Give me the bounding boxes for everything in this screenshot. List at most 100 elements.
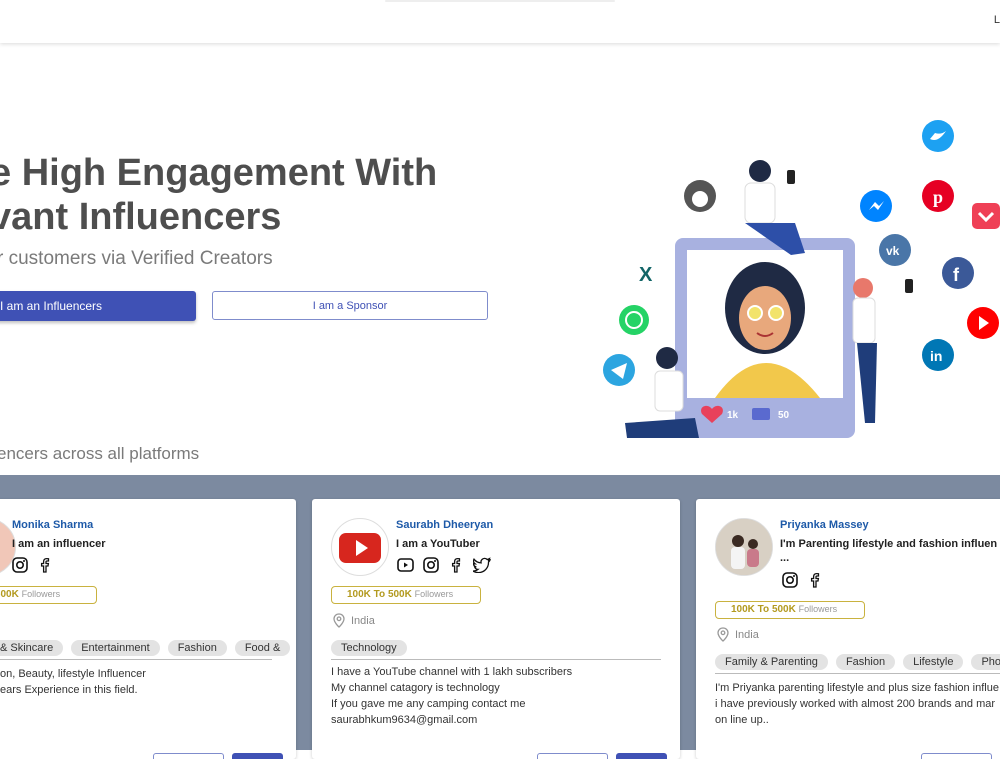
category-tag[interactable]: Lifestyle bbox=[903, 654, 964, 670]
category-tag[interactable]: Entertainment bbox=[71, 640, 160, 656]
hero-title: e High Engagement With vant Influencers bbox=[0, 151, 470, 239]
section-title: encers across all platforms bbox=[0, 444, 200, 463]
description-line: If you gave me any camping contact me bbox=[331, 698, 526, 710]
youtube-icon[interactable] bbox=[397, 557, 414, 573]
description-line: on, Beauty, lifestyle Influencer bbox=[0, 668, 146, 680]
instagram-icon[interactable] bbox=[12, 557, 28, 573]
family-photo-icon bbox=[716, 519, 772, 575]
followers-badge: 100K To 500K Followers bbox=[331, 586, 481, 604]
hero-title-line-2: vant Influencers bbox=[0, 196, 282, 238]
view-profile-button[interactable] bbox=[153, 753, 224, 759]
youtube-icon bbox=[967, 307, 999, 339]
hero-subtitle: r customers via Verified Creators bbox=[0, 248, 273, 269]
category-tags: Technology bbox=[331, 640, 661, 660]
followers-range: 100K To 500K bbox=[731, 604, 796, 615]
avatar bbox=[715, 518, 773, 576]
location-pin-icon bbox=[333, 613, 345, 628]
influencer-name[interactable]: Monika Sharma bbox=[12, 519, 93, 531]
influencer-name[interactable]: Saurabh Dheeryan bbox=[396, 519, 493, 531]
hero-illustration: 1k 50 X p vk f in bbox=[603, 120, 1000, 438]
contact-button[interactable] bbox=[232, 753, 283, 759]
svg-text:vk: vk bbox=[886, 244, 900, 258]
facebook-icon[interactable] bbox=[448, 557, 464, 573]
hero-title-line-1: e High Engagement With bbox=[0, 152, 438, 194]
location-pin-icon bbox=[717, 627, 729, 642]
pocket-icon bbox=[972, 203, 1000, 229]
messenger-icon bbox=[860, 190, 892, 222]
category-tag[interactable]: & Skincare bbox=[0, 640, 64, 656]
description-line: My channel catagory is technology bbox=[331, 682, 500, 694]
hero-section: e High Engagement With vant Influencers … bbox=[0, 43, 1000, 475]
followers-range: o 500K bbox=[0, 589, 19, 600]
vk-icon: vk bbox=[879, 234, 911, 266]
svg-text:in: in bbox=[930, 348, 942, 364]
likes-count: 1k bbox=[727, 410, 739, 421]
description-line: saurabhkum9634@gmail.com bbox=[331, 714, 478, 726]
category-tags: & Skincare Entertainment Fashion Food & bbox=[0, 640, 291, 660]
social-links bbox=[782, 572, 823, 588]
influencer-name[interactable]: Priyanka Massey bbox=[780, 519, 869, 531]
pinterest-icon: p bbox=[922, 180, 954, 212]
followers-badge: 100K To 500K Followers bbox=[715, 601, 865, 619]
location-text: India bbox=[351, 614, 375, 627]
social-links bbox=[12, 557, 53, 573]
twitter-icon bbox=[922, 120, 954, 152]
influencer-card[interactable]: Priyanka Massey I'm Parenting lifestyle … bbox=[696, 499, 1000, 759]
category-tag[interactable]: Fashion bbox=[835, 654, 896, 670]
svg-text:p: p bbox=[933, 187, 943, 207]
svg-text:X: X bbox=[639, 264, 653, 286]
followers-label: Followers bbox=[21, 589, 61, 599]
comments-count: 50 bbox=[778, 410, 790, 421]
whatsapp-icon bbox=[619, 305, 649, 335]
view-profile-button[interactable] bbox=[537, 753, 608, 759]
influencer-button[interactable]: I am an Influencers bbox=[0, 291, 196, 321]
description-line: ears Experience in this field. bbox=[0, 684, 138, 696]
reddit-icon bbox=[684, 180, 716, 212]
sponsor-button[interactable]: I am a Sponsor bbox=[212, 291, 488, 320]
navbar-search-hint bbox=[385, 0, 615, 2]
influencer-tagline: I am a YouTuber bbox=[396, 538, 480, 550]
location: India bbox=[333, 613, 375, 628]
category-tag[interactable]: Fashion bbox=[167, 640, 227, 656]
telegram-icon bbox=[603, 354, 635, 386]
description-line: I have a YouTube channel with 1 lakh sub… bbox=[331, 666, 573, 678]
svg-text:f: f bbox=[953, 265, 960, 285]
influencer-description: I'm Priyanka parenting lifestyle and plu… bbox=[715, 680, 999, 728]
location: India bbox=[717, 627, 759, 642]
instagram-icon[interactable] bbox=[423, 557, 439, 573]
followers-label: Followers bbox=[798, 604, 838, 614]
influencer-card[interactable]: Saurabh Dheeryan I am a YouTuber 100K To… bbox=[312, 499, 680, 759]
facebook-icon[interactable] bbox=[807, 572, 823, 588]
view-profile-button[interactable] bbox=[921, 753, 992, 759]
category-tag[interactable]: Family & Parenting bbox=[715, 654, 828, 670]
xing-icon: X bbox=[639, 264, 653, 286]
description-line: i have previously worked with almost 200… bbox=[715, 698, 996, 710]
comment-icon bbox=[752, 408, 770, 420]
description-line: on line up.. bbox=[715, 714, 769, 726]
linkedin-icon: in bbox=[922, 339, 954, 371]
social-links bbox=[397, 557, 491, 573]
category-tag[interactable]: Technology bbox=[331, 640, 407, 656]
description-line: I'm Priyanka parenting lifestyle and plu… bbox=[715, 682, 999, 694]
contact-button[interactable] bbox=[616, 753, 667, 759]
facebook-icon[interactable] bbox=[37, 557, 53, 573]
followers-range: 100K To 500K bbox=[347, 589, 412, 600]
category-tag[interactable]: Phot bbox=[971, 654, 1000, 670]
influencer-description: on, Beauty, lifestyle Influencer ears Ex… bbox=[0, 666, 146, 698]
navbar-login-link[interactable]: L bbox=[994, 14, 1000, 26]
influencer-card[interactable]: Monika Sharma I am an influencer o 500K … bbox=[0, 499, 296, 759]
influencer-tagline: I am an influencer bbox=[12, 538, 106, 550]
top-navbar: L bbox=[0, 0, 1000, 43]
location-text: India bbox=[735, 628, 759, 641]
followers-label: Followers bbox=[414, 589, 454, 599]
avatar bbox=[331, 518, 389, 576]
category-tag[interactable]: Food & bbox=[234, 640, 291, 656]
instagram-icon[interactable] bbox=[782, 572, 798, 588]
influencer-description: I have a YouTube channel with 1 lakh sub… bbox=[331, 664, 572, 728]
twitter-icon[interactable] bbox=[473, 557, 491, 573]
facebook-icon: f bbox=[942, 257, 974, 289]
followers-badge: o 500K Followers bbox=[0, 586, 97, 604]
tagline-ellipsis: ... bbox=[780, 552, 790, 564]
influencer-tagline: I'm Parenting lifestyle and fashion infl… bbox=[780, 538, 998, 550]
category-tags: Family & Parenting Fashion Lifestyle Pho… bbox=[715, 654, 1000, 674]
